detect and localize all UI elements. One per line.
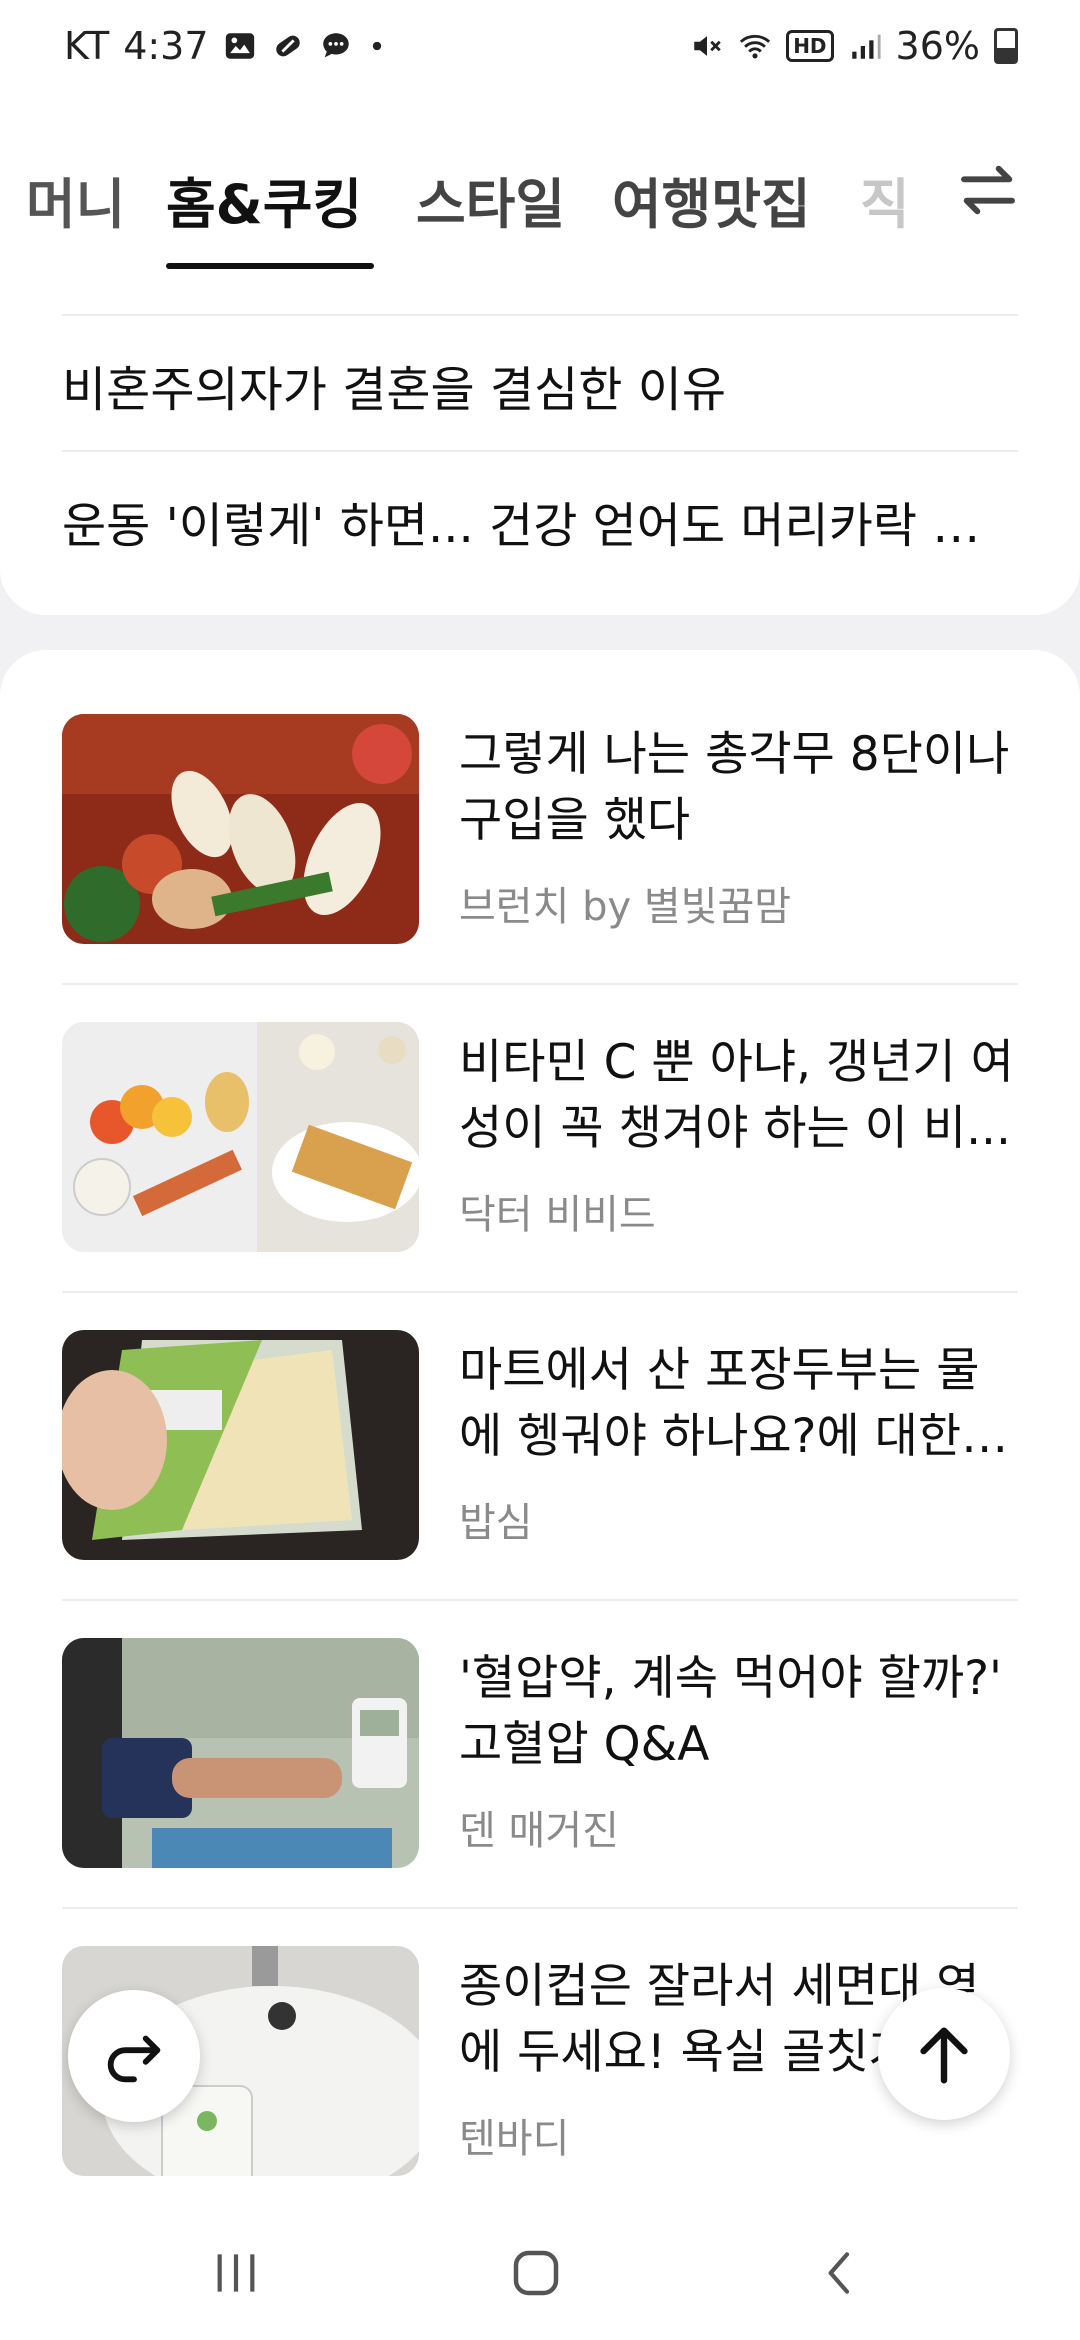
category-tabs: 머니 홈&쿠킹 스타일 여행맛집 직 — [0, 100, 1080, 272]
article-title: 비타민 C 뿐 아냐, 갱년기 여성이 꼭 챙겨야 하는 이 비... — [459, 1035, 1014, 1156]
tab-travel-food[interactable]: 여행맛집 — [612, 160, 811, 239]
article-source: 브런치 by 별빛꿈맘 — [459, 884, 792, 930]
divider — [62, 450, 1018, 452]
active-tab-indicator — [166, 263, 374, 269]
status-bar: KT 4:37 HD 36% — [0, 0, 1080, 100]
hd-badge: HD — [786, 30, 834, 62]
article-title: 마트에서 산 포장두부는 물에 헹궈야 하나요?에 대한 ... — [459, 1343, 980, 1464]
divider — [62, 983, 1018, 985]
home-button[interactable] — [496, 2238, 576, 2308]
divider — [62, 314, 1018, 316]
article-item[interactable]: 그렇게 나는 총각무 8단이나 구입을 했다 브런치 by 별빛꿈맘 — [62, 714, 1018, 946]
gallery-icon — [225, 33, 254, 59]
arrow-up-icon — [920, 2027, 968, 2084]
headline-item[interactable]: 비혼주의자가 결혼을 결심한 이유 — [62, 350, 1018, 420]
article-thumbnail — [62, 1638, 419, 1868]
article-title: 그렇게 나는 총각무 8단이나 구입을 했다 — [459, 727, 1010, 848]
dot-icon — [372, 41, 381, 51]
recent-apps-icon — [217, 2254, 255, 2292]
signal-icon — [851, 34, 881, 59]
battery-percent: 36% — [895, 24, 980, 68]
article-item[interactable]: 마트에서 산 포장두부는 물에 헹궈야 하나요?에 대한 ... 밥심 — [62, 1330, 1018, 1562]
share-button[interactable] — [68, 1990, 200, 2122]
headline-item[interactable]: 운동 '이렇게' 하면... 건강 얻어도 머리카락 잃는... — [62, 486, 1018, 556]
article-source: 닥터 비비드 — [459, 1192, 656, 1238]
link-icon — [275, 35, 300, 57]
swap-icon[interactable] — [956, 158, 1020, 222]
back-icon — [828, 2252, 850, 2294]
tab-home-cooking[interactable]: 홈&쿠킹 — [166, 160, 362, 239]
headline-card: 비혼주의자가 결혼을 결심한 이유 운동 '이렇게' 하면... 건강 얻어도 … — [0, 270, 1080, 615]
scroll-to-top-button[interactable] — [878, 1988, 1010, 2120]
article-item[interactable]: 종이컵은 잘라서 세면대 옆에 두세요! 욕실 골칫거 텐바디 — [62, 1946, 1018, 2178]
tab-money[interactable]: 머니 — [26, 160, 125, 239]
battery-icon — [994, 28, 1018, 64]
article-source: 밥심 — [459, 1500, 533, 1546]
article-list: 그렇게 나는 총각무 8단이나 구입을 했다 브런치 by 별빛꿈맘 비타민 C… — [0, 650, 1080, 2200]
article-thumbnail — [62, 1022, 419, 1252]
article-title: '혈압약, 계속 먹어야 할까?' 고혈압 Q&A — [459, 1651, 1002, 1772]
article-item[interactable]: 비타민 C 뿐 아냐, 갱년기 여성이 꼭 챙겨야 하는 이 비... 닥터 비… — [62, 1022, 1018, 1254]
mute-icon — [694, 36, 721, 56]
article-thumbnail — [62, 714, 419, 944]
tab-style[interactable]: 스타일 — [416, 160, 565, 239]
article-thumbnail — [62, 1330, 419, 1560]
divider — [62, 1291, 1018, 1293]
clock: 4:37 — [123, 24, 209, 68]
system-navigation-bar — [0, 2200, 1080, 2340]
divider — [62, 1599, 1018, 1601]
article-source: 덴 매거진 — [459, 1808, 619, 1854]
divider — [62, 1907, 1018, 1909]
article-item[interactable]: '혈압약, 계속 먹어야 할까?' 고혈압 Q&A 덴 매거진 — [62, 1638, 1018, 1870]
carrier: KT — [64, 24, 110, 68]
recent-apps-button[interactable] — [196, 2238, 276, 2308]
wifi-icon — [740, 34, 771, 59]
share-arrow-icon — [107, 2035, 161, 2083]
chat-icon — [322, 33, 349, 58]
tab-job[interactable]: 직 — [860, 160, 910, 239]
back-button[interactable] — [800, 2238, 880, 2308]
home-icon — [513, 2250, 559, 2296]
article-source: 텐바디 — [459, 2116, 570, 2162]
